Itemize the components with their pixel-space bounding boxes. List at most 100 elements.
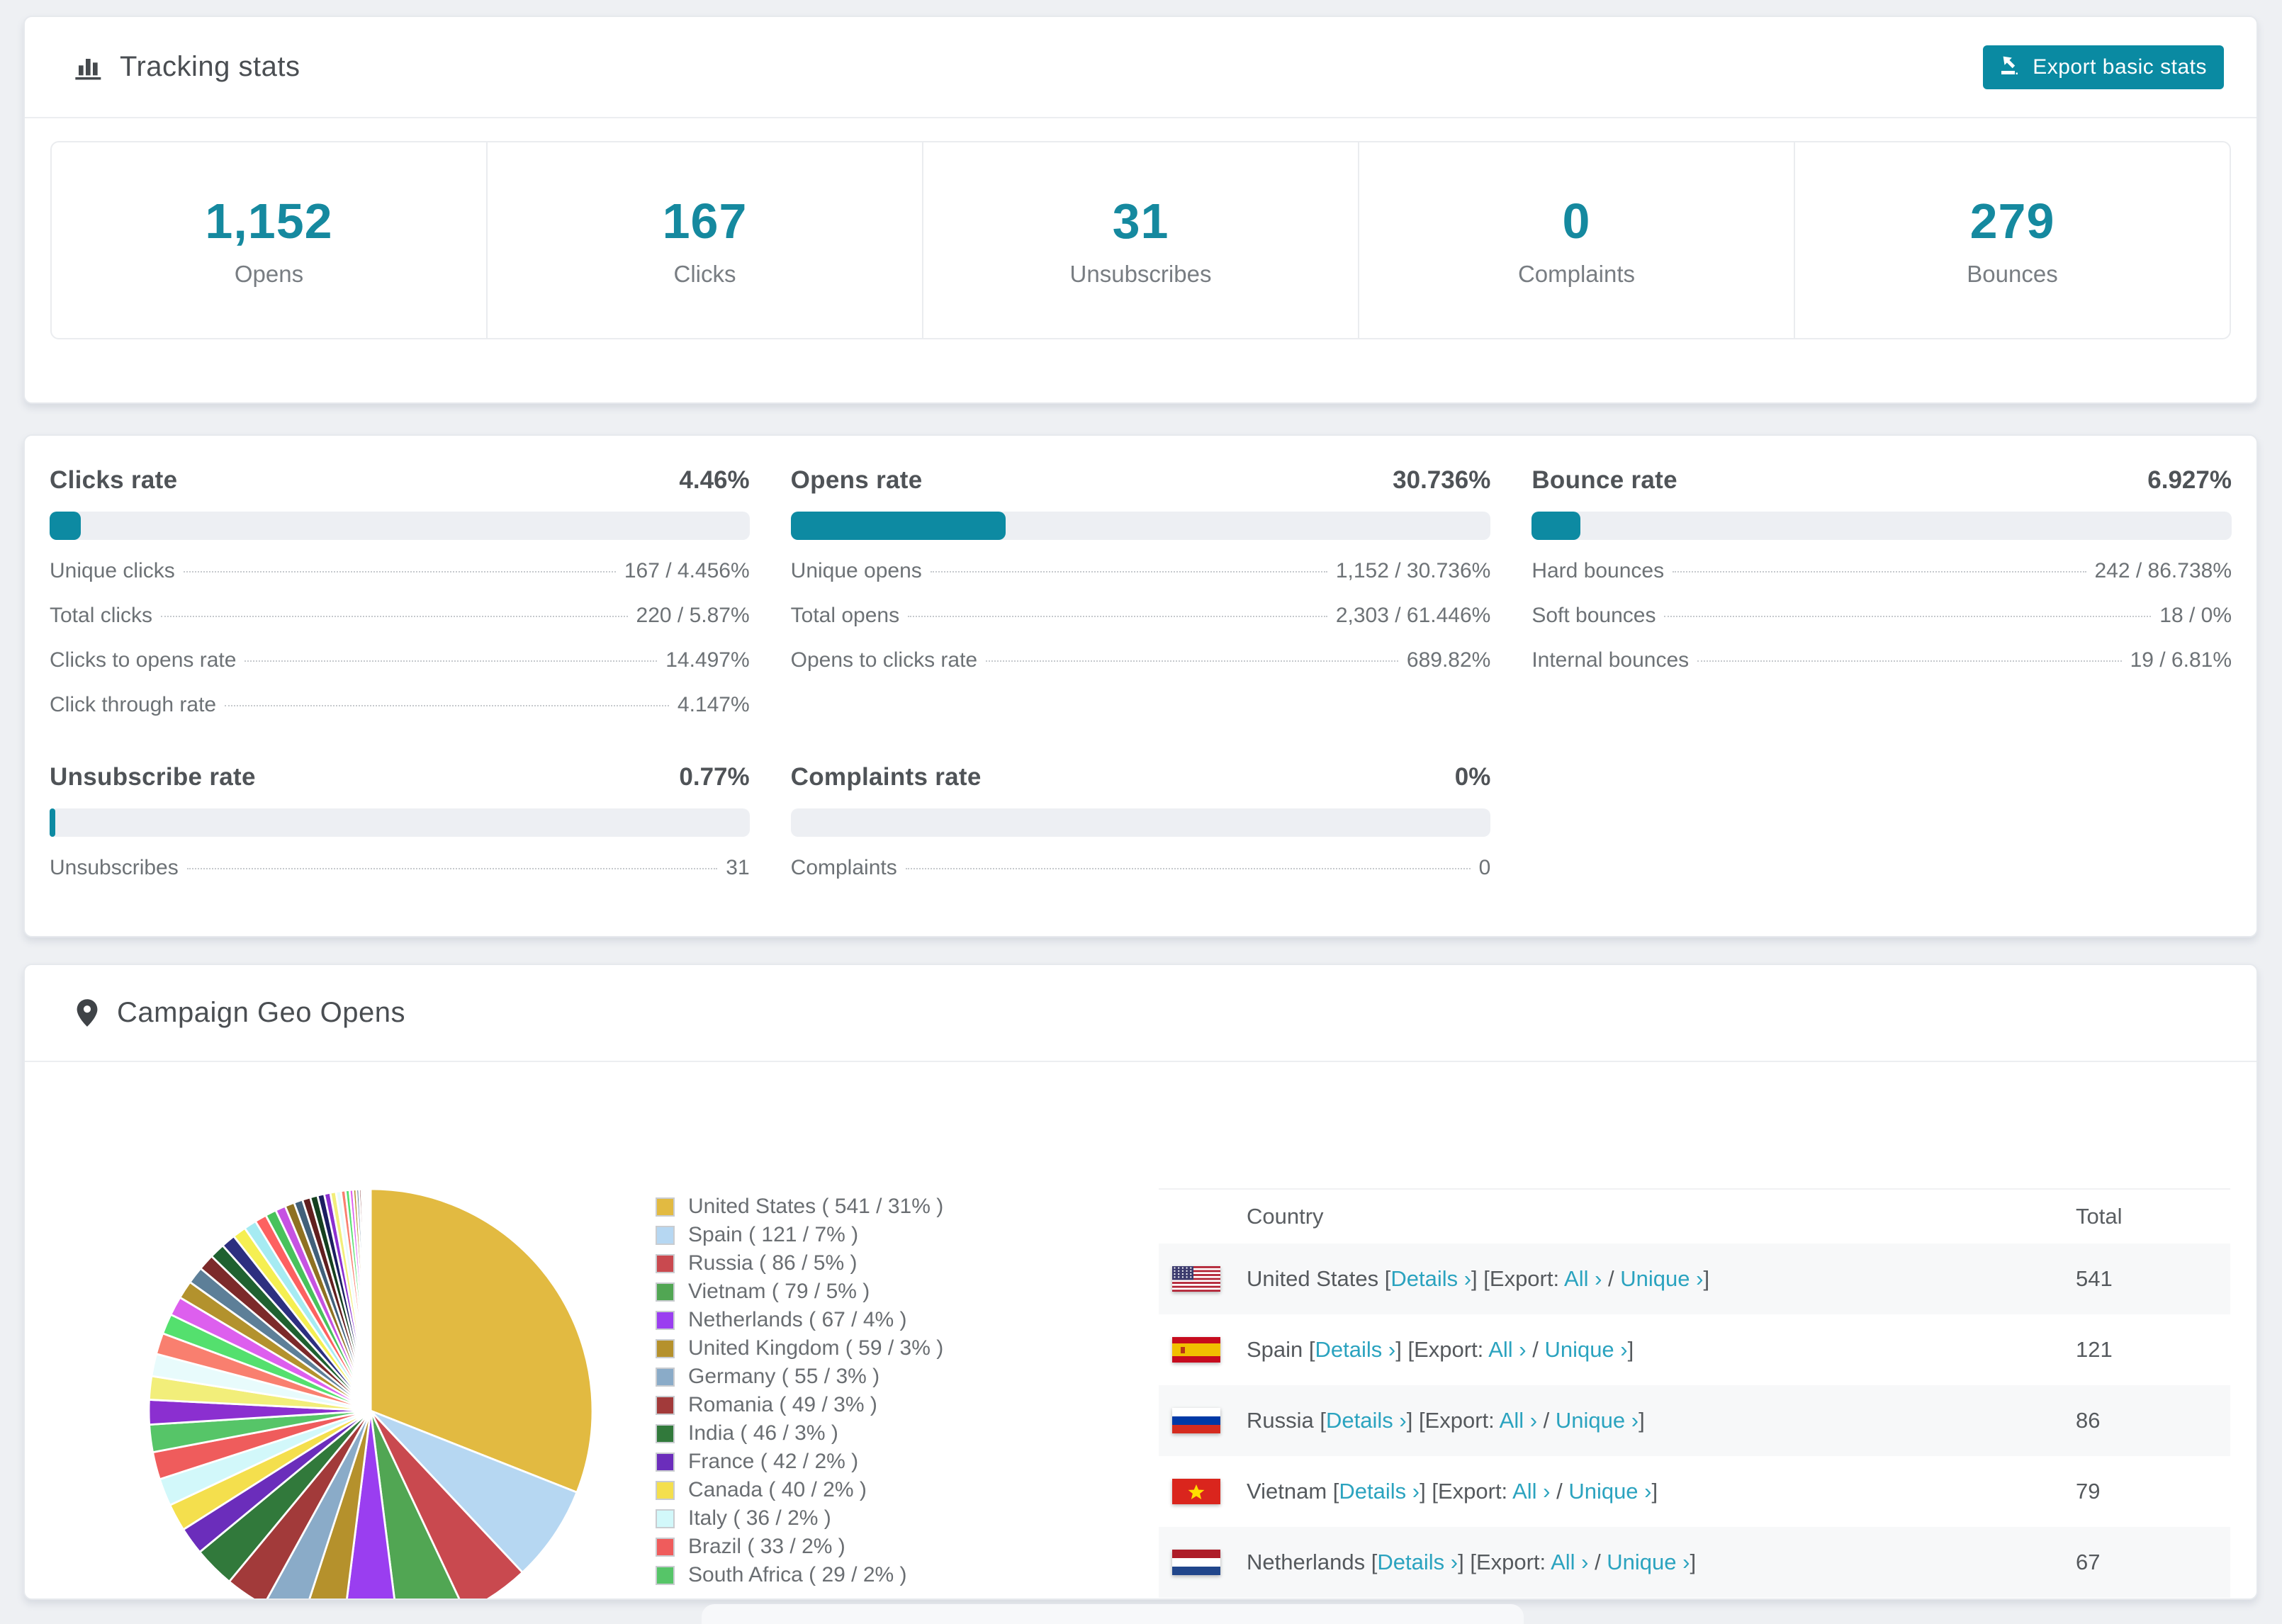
export-basic-stats-button[interactable]: Export basic stats — [1983, 45, 2224, 89]
flag-icon-us — [1172, 1266, 1220, 1292]
export-unique-link[interactable]: Unique › — [1556, 1408, 1639, 1433]
geo-total-cell: 121 — [2076, 1337, 2113, 1362]
export-unique-link[interactable]: Unique › — [1568, 1479, 1651, 1504]
geo-table-header: Country Total — [1159, 1190, 2230, 1244]
geo-country-cell: United States [Details ›] [Export: All ›… — [1159, 1266, 2076, 1292]
stat-label: Clicks — [673, 261, 736, 287]
rate-value: 6.927% — [2147, 466, 2232, 494]
geo-country-text: Spain [Details ›] [Export: All › / Uniqu… — [1247, 1337, 1634, 1362]
legend-label: South Africa ( 29 / 2% ) — [688, 1563, 907, 1586]
geo-pie-chart — [147, 1188, 594, 1598]
legend-label: Russia ( 86 / 5% ) — [688, 1251, 858, 1275]
rate-progress-fill — [790, 512, 1006, 540]
details-link[interactable]: Details › — [1377, 1550, 1458, 1574]
rate-head: Complaints rate 0% — [791, 763, 1491, 791]
campaign-stats-page: { "colors":{ "accent_teal":"#0a8aa2", "s… — [0, 0, 2282, 1624]
rate-block-clicks-rate: Clicks rate 4.46% Unique clicks 167 / 4.456… — [50, 466, 750, 738]
rate-block-unsubscribe-rate: Unsubscribe rate 0.77% Unsubscribes 31 — [50, 763, 750, 901]
rate-detail-label: Opens to clicks rate — [790, 648, 978, 672]
details-link[interactable]: Details › — [1315, 1337, 1396, 1362]
details-link[interactable]: Details › — [1390, 1266, 1471, 1291]
details-link[interactable]: Details › — [1339, 1479, 1420, 1504]
dotted-leader — [1664, 616, 2152, 617]
rate-rows: Complaints 0 — [791, 856, 1491, 901]
rate-rows: Unique opens 1,152 / 30.736% Total opens 2,… — [791, 559, 1491, 693]
geo-table-row-united-kingdom: United Kingdom [Details ›] [Export: All … — [1159, 1598, 2230, 1600]
geo-total-cell: 541 — [2076, 1266, 2113, 1291]
geo-table-row-united-states: United States [Details ›] [Export: All ›… — [1159, 1244, 2230, 1314]
flag-icon-ru — [1172, 1408, 1220, 1433]
legend-item-italy: Italy ( 36 / 2% ) — [656, 1504, 943, 1533]
legend-label: Brazil ( 33 / 2% ) — [688, 1535, 845, 1558]
stat-value: 0 — [1562, 193, 1591, 249]
dotted-leader — [1697, 660, 2122, 662]
export-all-link[interactable]: All › — [1564, 1266, 1602, 1291]
rate-detail-row: Unsubscribes 31 — [50, 856, 750, 901]
rate-detail-row: Unique opens 1,152 / 30.736% — [791, 559, 1491, 604]
tracking-stats-title-group: Tracking stats — [74, 51, 300, 83]
rate-head: Clicks rate 4.46% — [50, 466, 750, 495]
rate-rows: Unsubscribes 31 — [50, 856, 750, 901]
geo-table-row-netherlands: Netherlands [Details ›] [Export: All › /… — [1159, 1527, 2230, 1598]
rate-head: Unsubscribe rate 0.77% — [50, 763, 750, 791]
geo-country-cell: Russia [Details ›] [Export: All › / Uniq… — [1159, 1408, 2076, 1433]
rate-detail-row: Total clicks 220 / 5.87% — [50, 604, 750, 648]
geo-country-text: Netherlands [Details ›] [Export: All › /… — [1247, 1550, 1697, 1574]
rate-detail-row: Internal bounces 19 / 6.81% — [1531, 648, 2232, 693]
geo-table-body: United States [Details ›] [Export: All ›… — [1159, 1244, 2230, 1600]
dotted-leader — [161, 616, 628, 617]
bottom-scroll-blob — [702, 1604, 1524, 1624]
stat-cell-clicks: 167 Clicks — [488, 142, 923, 338]
dotted-leader — [225, 705, 669, 706]
legend-swatch — [656, 1423, 675, 1443]
rate-detail-value: 18 / 0% — [2159, 604, 2232, 627]
rate-title: Opens rate — [790, 466, 923, 494]
export-unique-link[interactable]: Unique › — [1620, 1266, 1703, 1291]
legend-item-united-states: United States ( 541 / 31% ) — [656, 1192, 943, 1221]
rate-detail-label: Unique opens — [790, 559, 922, 582]
export-icon — [2000, 54, 2021, 81]
tracking-stats-card: Tracking stats Export basic stats 1,152 O… — [23, 16, 2258, 404]
geo-table-header-country: Country — [1247, 1204, 1324, 1229]
geo-table: Country Total United States [Details ›] … — [1159, 1188, 2230, 1600]
legend-label: Romania ( 49 / 3% ) — [688, 1393, 877, 1416]
legend-label: India ( 46 / 3% ) — [688, 1421, 838, 1445]
stat-label: Bounces — [1967, 261, 2058, 287]
rate-progress-fill — [50, 512, 82, 540]
dotted-leader — [1673, 571, 2086, 573]
geo-pie-legend: United States ( 541 / 31% ) Spain ( 121 /… — [656, 1192, 943, 1589]
flag-icon-es — [1172, 1337, 1220, 1363]
export-unique-link[interactable]: Unique › — [1544, 1337, 1627, 1362]
dotted-leader — [908, 616, 1327, 617]
export-all-link[interactable]: All › — [1512, 1479, 1550, 1504]
rate-detail-label: Total opens — [790, 604, 900, 627]
legend-label: France ( 42 / 2% ) — [688, 1450, 859, 1473]
export-all-link[interactable]: All › — [1488, 1337, 1526, 1362]
stat-cell-complaints: 0 Complaints — [1359, 142, 1795, 338]
rate-detail-row: Complaints 0 — [791, 856, 1491, 901]
rate-value: 0% — [1454, 763, 1491, 791]
legend-label: Canada ( 40 / 2% ) — [688, 1478, 867, 1501]
export-all-link[interactable]: All › — [1551, 1550, 1588, 1574]
export-all-link[interactable]: All › — [1500, 1408, 1537, 1433]
geo-country-cell: Netherlands [Details ›] [Export: All › /… — [1159, 1550, 2076, 1575]
legend-item-brazil: Brazil ( 33 / 2% ) — [656, 1533, 943, 1561]
legend-swatch — [656, 1509, 675, 1528]
flag-icon-nl — [1172, 1550, 1220, 1575]
campaign-geo-opens-card: Campaign Geo Opens United States ( 541 /… — [23, 964, 2258, 1600]
rate-detail-row: Opens to clicks rate 689.82% — [791, 648, 1491, 693]
legend-item-united-kingdom: United Kingdom ( 59 / 3% ) — [656, 1334, 943, 1363]
export-unique-link[interactable]: Unique › — [1607, 1550, 1690, 1574]
dotted-leader — [905, 868, 1471, 869]
geo-total-cell: 86 — [2076, 1408, 2101, 1433]
geo-total-cell: 79 — [2076, 1479, 2101, 1504]
legend-item-vietnam: Vietnam ( 79 / 5% ) — [656, 1278, 943, 1306]
rate-detail-row: Unique clicks 167 / 4.456% — [50, 559, 750, 604]
rate-block-opens-rate: Opens rate 30.736% Unique opens 1,152 / 30.… — [790, 466, 1491, 738]
rate-detail-value: 31 — [726, 856, 750, 879]
geo-header: Campaign Geo Opens — [25, 965, 2256, 1062]
stat-cell-opens: 1,152 Opens — [52, 142, 488, 338]
details-link[interactable]: Details › — [1326, 1408, 1407, 1433]
rate-title: Clicks rate — [50, 466, 178, 494]
rate-detail-row: Total opens 2,303 / 61.446% — [791, 604, 1491, 648]
